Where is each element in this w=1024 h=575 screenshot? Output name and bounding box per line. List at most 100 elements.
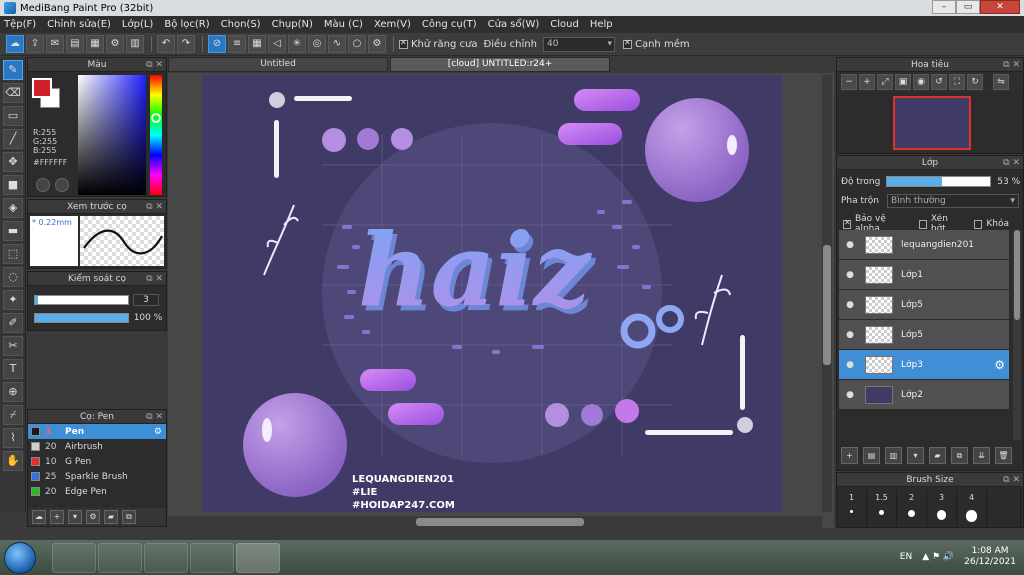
grid-snap-icon[interactable]: ▦ — [248, 35, 266, 53]
brush-settings-icon[interactable]: ⚙ — [86, 510, 100, 524]
menu-file[interactable]: Tệp(F) — [4, 19, 36, 30]
medibang-taskbar-icon[interactable] — [236, 543, 280, 573]
select-pen-tool-icon[interactable]: ✐ — [3, 313, 23, 333]
brush-size-option[interactable]: 1.5 — [867, 489, 897, 527]
select-eraser-tool-icon[interactable]: ✂ — [3, 336, 23, 356]
brush-size-option[interactable]: 3 — [927, 489, 957, 527]
center-icon[interactable]: ◉ — [913, 74, 929, 90]
settings-icon[interactable]: ⚙ — [106, 35, 124, 53]
eraser-tool-icon[interactable]: ⌫ — [3, 83, 23, 103]
gradient-tool-icon[interactable]: ▬ — [3, 221, 23, 241]
horizontal-scrollbar[interactable] — [168, 516, 822, 528]
eyedropper-tool-icon[interactable]: ⌇ — [3, 428, 23, 448]
magic-wand-tool-icon[interactable]: ✦ — [3, 290, 23, 310]
layer-row[interactable]: ● Lớp1 — [839, 260, 1009, 290]
brush-menu-icon[interactable]: ▾ — [68, 510, 82, 524]
menu-view[interactable]: Xem(V) — [374, 19, 411, 30]
brush-size-scroll[interactable] — [987, 489, 1021, 527]
redo-icon[interactable]: ↷ — [177, 35, 195, 53]
brush-size-option[interactable]: 1 — [837, 489, 867, 527]
comment-icon[interactable]: ✉ — [46, 35, 64, 53]
layer-visibility-icon[interactable]: ● — [843, 240, 857, 250]
clip-checkbox[interactable] — [918, 219, 927, 229]
menu-window[interactable]: Cửa sổ(W) — [488, 19, 540, 30]
close-button[interactable]: ✕ — [980, 0, 1020, 14]
brush-duplicate-icon[interactable]: ⧉ — [122, 510, 136, 524]
flip-icon[interactable]: ⇋ — [993, 74, 1009, 90]
vertical-scrollbar[interactable] — [822, 75, 832, 512]
brush-size-slider[interactable] — [34, 295, 129, 305]
menu-help[interactable]: Help — [590, 19, 613, 30]
duplicate-layer-icon[interactable]: ⧉ — [951, 447, 968, 464]
brush-size-option[interactable]: 4 — [957, 489, 987, 527]
book-icon[interactable]: ▥ — [126, 35, 144, 53]
chrome-icon[interactable] — [190, 543, 234, 573]
layer-settings-icon[interactable]: ⚙ — [994, 358, 1005, 372]
layer-row[interactable]: ● Lớp5 — [839, 320, 1009, 350]
add-brush-icon[interactable]: + — [50, 510, 64, 524]
radial-snap-icon[interactable]: ✳ — [288, 35, 306, 53]
line-tool-icon[interactable]: ╱ — [3, 129, 23, 149]
layer-opacity-slider[interactable] — [886, 176, 992, 187]
panel-options-icon[interactable]: ⧉ ✕ — [146, 58, 163, 72]
tab-untitled[interactable]: Untitled — [168, 57, 388, 72]
menu-layer[interactable]: Lớp(L) — [122, 19, 153, 30]
color-settings-icon[interactable] — [55, 178, 69, 192]
menu-filter[interactable]: Bộ lọc(R) — [164, 19, 209, 30]
add-layer-menu-icon[interactable]: ▾ — [907, 447, 924, 464]
merge-layer-icon[interactable]: ⇊ — [973, 447, 990, 464]
zoom-out-icon[interactable]: − — [841, 74, 857, 90]
brush-tool-icon[interactable]: ✎ — [3, 60, 23, 80]
layer-row[interactable]: ● Lớp2 — [839, 380, 1009, 410]
brush-folder-icon[interactable]: ▰ — [104, 510, 118, 524]
layer-visibility-icon[interactable]: ● — [843, 390, 857, 400]
tray-icons[interactable]: ▲ ⚑ 🔊 — [922, 552, 954, 562]
layer-visibility-icon[interactable]: ● — [843, 360, 857, 370]
zoom-in-icon[interactable]: + — [859, 74, 875, 90]
page-icon[interactable]: ▤ — [66, 35, 84, 53]
undo-icon[interactable]: ↶ — [157, 35, 175, 53]
layer-scrollbar[interactable] — [1013, 230, 1021, 440]
menu-snap[interactable]: Chụp(N) — [272, 19, 313, 30]
menu-tools[interactable]: Công cụ(T) — [422, 19, 477, 30]
tab-cloud-untitled[interactable]: [cloud] UNTITLED:r24+ — [390, 57, 610, 72]
snap-settings-icon[interactable]: ⚙ — [368, 35, 386, 53]
hue-slider[interactable] — [150, 75, 162, 195]
layer-row[interactable]: ● lequangdien201 — [839, 230, 1009, 260]
menu-edit[interactable]: Chỉnh sửa(E) — [47, 19, 111, 30]
bucket-tool-icon[interactable]: ◈ — [3, 198, 23, 218]
file-explorer-icon[interactable] — [52, 543, 96, 573]
concentric-snap-icon[interactable]: ◎ — [308, 35, 326, 53]
brush-size-option[interactable]: 2 — [897, 489, 927, 527]
folder-icon[interactable]: ▰ — [929, 447, 946, 464]
brush-item[interactable]: 25 Sparkle Brush — [28, 469, 166, 484]
blend-mode-select[interactable]: Bình thường — [886, 194, 1019, 208]
new-layer-icon[interactable]: + — [841, 447, 858, 464]
saturation-value-picker[interactable] — [78, 75, 146, 195]
brush-gear-icon[interactable]: ⚙ — [154, 427, 162, 437]
drawing-canvas[interactable]: haiz haiz LEQUANGDIEN201 #LIE #HOIDAP247… — [202, 75, 782, 512]
protect-alpha-checkbox[interactable] — [843, 218, 851, 229]
rotate-right-icon[interactable]: ↻ — [967, 74, 983, 90]
operation-tool-icon[interactable]: ⊕ — [3, 382, 23, 402]
menu-select[interactable]: Chọn(S) — [221, 19, 261, 30]
navigator-thumbnail[interactable] — [893, 96, 971, 150]
start-button[interactable] — [4, 542, 36, 574]
adjust-select[interactable]: 40 — [542, 36, 615, 52]
hue-knob[interactable] — [151, 113, 161, 123]
no-snap-icon[interactable]: ⊘ — [208, 35, 226, 53]
panel-options-icon[interactable]: ⧉ ✕ — [1003, 473, 1020, 487]
soft-edge-checkbox[interactable] — [622, 38, 632, 49]
brush-item[interactable]: 3 Pen ⚙ — [28, 424, 166, 439]
text-tool-icon[interactable]: T — [3, 359, 23, 379]
menu-color[interactable]: Màu (C) — [324, 19, 363, 30]
maximize-button[interactable]: ▭ — [956, 0, 980, 14]
scroll-thumb[interactable] — [823, 245, 831, 365]
move-tool-icon[interactable]: ✥ — [3, 152, 23, 172]
new-8bit-layer-icon[interactable]: ▥ — [885, 447, 902, 464]
lock-checkbox[interactable] — [974, 219, 983, 229]
divide-tool-icon[interactable]: ⌿ — [3, 405, 23, 425]
perspective-snap-icon[interactable]: ◁ — [268, 35, 286, 53]
export-icon[interactable]: ▦ — [86, 35, 104, 53]
foreground-color-swatch[interactable] — [32, 78, 52, 98]
